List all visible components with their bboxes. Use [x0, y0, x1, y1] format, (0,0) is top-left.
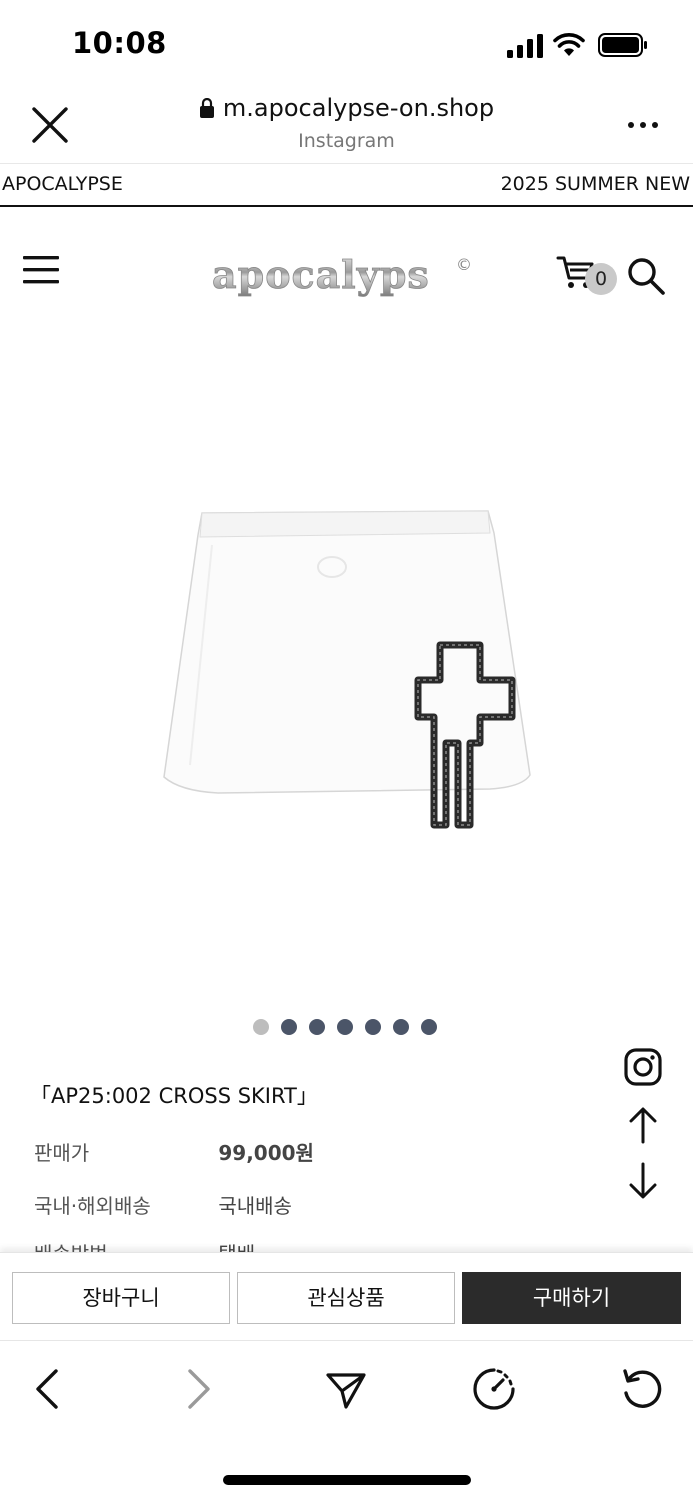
more-icon[interactable] — [627, 120, 659, 130]
lock-icon — [199, 98, 214, 118]
carousel-dot[interactable] — [281, 1019, 297, 1035]
url-display[interactable]: m.apocalypse-on.shop Instagram — [150, 94, 543, 152]
buy-now-button[interactable]: 구매하기 — [462, 1272, 681, 1324]
hamburger-menu-icon[interactable] — [22, 254, 60, 286]
cellular-signal-icon — [507, 34, 543, 58]
home-indicator[interactable] — [223, 1475, 471, 1485]
share-icon[interactable] — [324, 1367, 368, 1411]
scroll-down-icon[interactable] — [628, 1162, 658, 1200]
carousel-dot[interactable] — [337, 1019, 353, 1035]
instagram-icon[interactable] — [624, 1048, 662, 1086]
browser-header: m.apocalypse-on.shop Instagram — [0, 88, 693, 164]
carousel-dot[interactable] — [253, 1019, 269, 1035]
scroll-up-icon[interactable] — [628, 1106, 658, 1144]
announcement-marquee: APOCALYPSE 2025 SUMMER NEW — [0, 165, 693, 207]
price-row: 판매가 99,000원 — [34, 1137, 314, 1166]
product-title: 「AP25:002 CROSS SKIRT」 — [30, 1084, 318, 1108]
price-value: 99,000원 — [218, 1141, 314, 1165]
wifi-icon — [553, 33, 585, 56]
shipping-label: 국내·해외배송 — [34, 1194, 151, 1218]
cart-count-badge: 0 — [585, 263, 617, 295]
carousel-dot[interactable] — [365, 1019, 381, 1035]
back-icon[interactable] — [26, 1367, 70, 1411]
close-icon[interactable] — [28, 103, 72, 147]
product-image[interactable] — [150, 495, 550, 840]
shipping-value: 국내배송 — [218, 1194, 292, 1218]
carousel-dot[interactable] — [393, 1019, 409, 1035]
status-bar: 10:08 — [0, 0, 693, 88]
site-header: apocalyps © 0 — [0, 208, 693, 338]
site-logo[interactable]: apocalyps © — [208, 250, 478, 302]
logo-text: apocalyps — [212, 252, 430, 297]
carousel-dots — [253, 1019, 437, 1035]
carousel-dot[interactable] — [421, 1019, 437, 1035]
speed-gauge-icon[interactable] — [472, 1367, 516, 1411]
forward-icon[interactable] — [176, 1367, 220, 1411]
shipping-row: 국내·해외배송 국내배송 — [34, 1190, 292, 1219]
price-label: 판매가 — [34, 1141, 90, 1165]
status-time: 10:08 — [72, 26, 167, 60]
search-icon[interactable] — [626, 256, 666, 296]
wishlist-button[interactable]: 관심상품 — [237, 1272, 455, 1324]
reload-icon[interactable] — [620, 1367, 664, 1411]
marquee-brand: APOCALYPSE — [2, 173, 123, 195]
battery-icon — [598, 33, 647, 57]
carousel-dot[interactable] — [309, 1019, 325, 1035]
url-text: m.apocalypse-on.shop — [222, 94, 495, 122]
marquee-announcement[interactable]: 2025 SUMMER NEW — [501, 173, 690, 195]
source-app-label: Instagram — [298, 130, 395, 152]
logo-mark: © — [456, 255, 472, 274]
purchase-action-bar: 장바구니 관심상품 구매하기 — [0, 1252, 693, 1340]
add-to-cart-button[interactable]: 장바구니 — [12, 1272, 230, 1324]
